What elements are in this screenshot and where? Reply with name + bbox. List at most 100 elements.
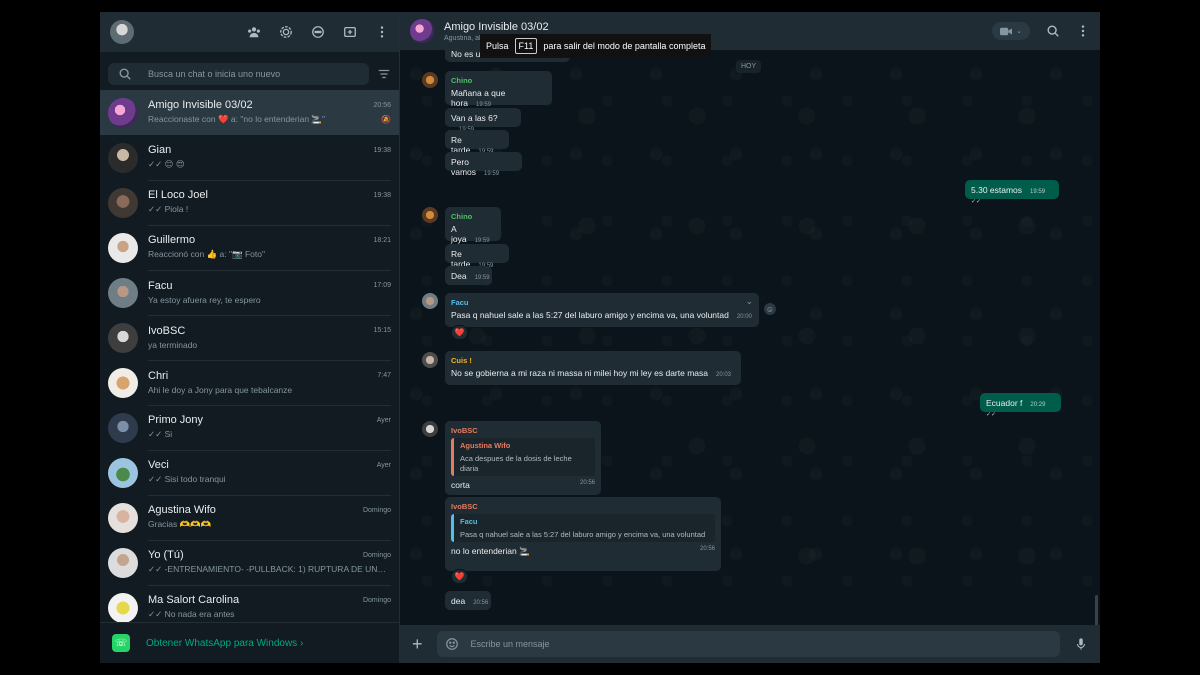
message-bubble[interactable]: Chino A joya 19:59 [445, 207, 501, 244]
chat-name: IvoBSC [148, 324, 186, 337]
group-title[interactable]: Amigo Invisible 03/02 [444, 21, 992, 33]
chevron-down-icon: ⌄ [1016, 28, 1022, 35]
sender-name[interactable]: Facu [451, 298, 753, 307]
message-bubble-outgoing[interactable]: Ecuador f 20:29 ✓✓ [980, 393, 1061, 418]
menu-icon[interactable] [375, 25, 389, 39]
message-input[interactable] [468, 638, 1052, 650]
message-bubble[interactable]: Cuis ! No se gobierna a mi raza ni massa… [445, 351, 741, 385]
avatar [108, 142, 138, 173]
sender-name[interactable]: Chino [451, 212, 495, 221]
chat-item-guillermo[interactable]: Guillermo 18:21 Reaccionó con 👍 a: "📷 Fot… [100, 225, 399, 271]
message-text: Van a las 6? [451, 113, 498, 123]
chat-time: 15:15 [373, 327, 391, 334]
avatar [108, 412, 138, 443]
sender-avatar[interactable] [422, 293, 438, 309]
get-windows-app-link[interactable]: Obtener WhatsApp para Windows › [146, 638, 303, 649]
chat-item-amigo-invisible[interactable]: Amigo Invisible 03/02 20:56 Reaccionaste … [100, 90, 399, 135]
avatar [108, 97, 138, 128]
filter-icon[interactable] [377, 67, 391, 81]
chat-preview: Reaccionaste con ❤️ a: "no lo entenderia… [148, 114, 326, 124]
chat-item-gian[interactable]: Gian 19:38 ✓✓ 😊 😍 [100, 135, 399, 181]
chat-preview: ✓✓ Si [148, 429, 173, 439]
sender-name[interactable]: Chino [451, 76, 546, 85]
sender-avatar[interactable] [422, 352, 438, 368]
message-bubble[interactable]: Re tarde19:59 [445, 244, 509, 269]
emoji-icon[interactable] [445, 637, 459, 651]
message-bubble-outgoing[interactable]: 5.30 estamos 19:59 ✓✓ [965, 180, 1059, 205]
quoted-sender: Agustina Wifo [460, 441, 511, 450]
chat-item-chri[interactable]: Chri 7:47 Ahi le doy a Jony para que teba… [100, 360, 399, 406]
message-text: no lo entenderian 🚬 [451, 546, 530, 556]
sender-name[interactable]: IvoBSC [451, 502, 715, 511]
status-icon[interactable] [279, 25, 293, 39]
search-icon [118, 67, 132, 81]
muted-icon: 🔕 [381, 115, 391, 124]
chat-time: Ayer [376, 461, 391, 469]
chat-time: 20:56 [373, 101, 391, 109]
chat-name: Amigo Invisible 03/02 [148, 99, 253, 111]
chat-menu-icon[interactable] [1076, 24, 1090, 38]
chat-item-ivobsc[interactable]: IvoBSC 15:15 ya terminado [100, 315, 399, 361]
chat-preview: Reaccionó con 👍 a: "📷 Foto" [148, 249, 265, 259]
sender-avatar[interactable] [422, 207, 438, 223]
message-bubble[interactable]: IvoBSC Agustina Wifo Aca despues de la d… [445, 421, 601, 495]
message-bubble[interactable]: Facu Pasa q nahuel sale a las 5:27 del l… [445, 293, 759, 327]
communities-icon[interactable] [247, 25, 261, 39]
message-text: dea [451, 596, 466, 606]
chat-item-veci[interactable]: Veci Ayer ✓✓ Sisi todo tranqui [100, 450, 399, 496]
search-chat-icon[interactable] [1046, 24, 1060, 38]
attach-plus-icon[interactable]: + [412, 634, 423, 655]
chat-name: Primo Jony [148, 414, 204, 426]
avatar [108, 547, 138, 578]
message-time: 20:03 [716, 372, 732, 378]
message-bubble[interactable]: IvoBSC Facu Pasa q nahuel sale a las 5:2… [445, 497, 721, 571]
get-app-banner[interactable]: ☏ Obtener WhatsApp para Windows › [100, 622, 399, 663]
search-row [100, 58, 399, 90]
chat-time: Domingo [362, 551, 391, 559]
heart-reaction[interactable]: ❤️ [451, 569, 468, 584]
message-time: 20:56 [473, 600, 489, 606]
sender-avatar[interactable] [422, 421, 438, 437]
message-bubble[interactable]: dea 20:56 [445, 591, 491, 610]
compose-box[interactable] [436, 631, 1060, 657]
message-time: 20:56 [579, 480, 595, 486]
sender-name[interactable]: Cuis ! [451, 356, 735, 365]
message-bubble[interactable]: Chino Mañana a que hora 19:59 [445, 71, 552, 108]
heart-reaction[interactable]: ❤️ [451, 325, 468, 340]
message-bubble[interactable]: Re tarde19:59 [445, 130, 509, 155]
chat-time: 19:38 [373, 191, 391, 199]
group-avatar[interactable] [410, 19, 434, 43]
chat-name: Ma Salort Carolina [148, 594, 240, 606]
chat-item-facu[interactable]: Facu 17:09 Ya estoy afuera rey, te espero [100, 270, 399, 316]
message-bubble[interactable]: Dea 19:59 [445, 266, 492, 285]
chat-item-agustina-wifo[interactable]: Agustina Wifo Domingo Gracias 🫶🫶🫶 [100, 495, 399, 541]
chat-item-el-loco-joel[interactable]: El Loco Joel 19:38 ✓✓ Piola ! [100, 180, 399, 226]
message-bubble[interactable]: Van a las 6?19:59 [445, 108, 521, 133]
search-box[interactable] [108, 63, 369, 85]
channels-icon[interactable] [311, 25, 325, 39]
react-emoji-icon[interactable]: ☺ [764, 303, 776, 315]
message-text: Pasa q nahuel sale a las 5:27 del laburo… [451, 310, 729, 320]
microphone-icon[interactable] [1074, 637, 1088, 651]
avatar [108, 277, 138, 308]
sender-name[interactable]: IvoBSC [451, 426, 595, 435]
chat-preview: ✓✓ No nada era antes [148, 609, 235, 619]
chat-item-primo-jony[interactable]: Primo Jony Ayer ✓✓ Si [100, 405, 399, 451]
message-text: 5.30 estamos [971, 185, 1023, 195]
quoted-message[interactable]: Agustina Wifo Aca despues de la dosis de… [451, 438, 595, 476]
sender-avatar[interactable] [422, 72, 438, 88]
chat-item-ma-salort-carolina[interactable]: Ma Salort Carolina Domingo ✓✓ No nada era… [100, 585, 399, 622]
sidebar-header [100, 12, 399, 52]
chat-item-yo[interactable]: Yo (Tú) Domingo ✓✓ -ENTRENAMIENTO- -PULLB… [100, 540, 399, 586]
message-text: Dea [451, 271, 467, 281]
message-options-chevron-icon[interactable]: ⌄ [745, 296, 753, 307]
message-bubble[interactable]: Pero vamos 19:59 [445, 152, 522, 177]
conversation-header[interactable]: Amigo Invisible 03/02 Agustina, ali... +… [400, 12, 1100, 58]
video-call-button[interactable]: ⌄ [992, 22, 1030, 40]
search-input[interactable] [146, 68, 359, 80]
fullscreen-notice-before: Pulsa [486, 41, 509, 51]
profile-avatar[interactable] [110, 20, 134, 44]
quoted-message[interactable]: Facu Pasa q nahuel sale a las 5:27 del l… [451, 514, 715, 542]
scrollbar[interactable] [1095, 595, 1098, 625]
new-chat-icon[interactable] [343, 25, 357, 39]
